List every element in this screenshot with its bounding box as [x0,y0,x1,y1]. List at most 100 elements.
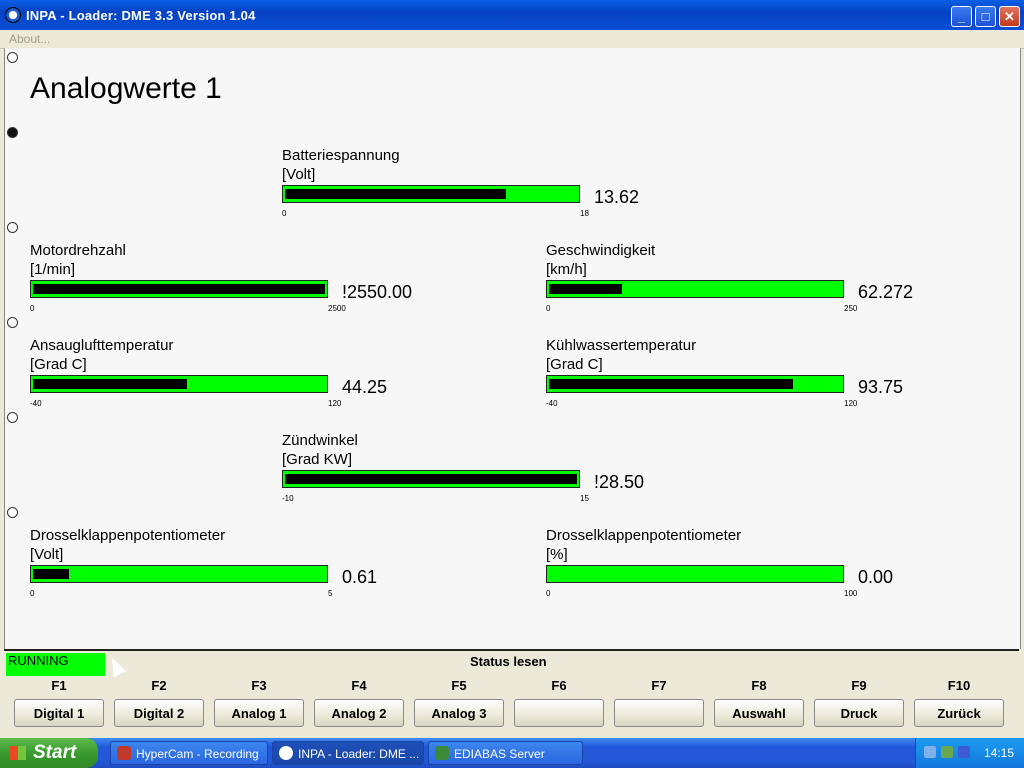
gauge-max: 100 [844,589,858,598]
bmw-logo-icon [5,7,21,23]
gauge-label: Drosselklappenpotentiometer [30,527,226,544]
gauge-bar [546,280,844,298]
gauge-unit: [Grad KW] [282,451,353,468]
gauge-min: 0 [546,589,551,598]
analog-3-button[interactable]: Analog 3 [414,699,504,727]
gauge-unit: [1/min] [30,261,76,278]
minimize-button[interactable]: _ [951,6,972,27]
gauge-fill [285,474,577,484]
radio-row-4[interactable] [7,317,18,328]
zurueck-button[interactable]: Zurück [914,699,1004,727]
maximize-button[interactable]: □ [975,6,996,27]
analog-1-button[interactable]: Analog 1 [214,699,304,727]
gauge-label: Kühlwassertemperatur [546,337,697,354]
gauge-unit: [km/h] [546,261,587,278]
gauge-max: 5 [328,589,333,598]
gauge-unit: [%] [546,546,568,563]
gauge-label: Drosselklappenpotentiometer [546,527,742,544]
gauge-min: -40 [546,399,558,408]
fkey-label-f1: F1 [51,678,67,693]
gauge-min: 0 [546,304,551,313]
gauge-fill [33,379,187,389]
radio-row-6[interactable] [7,507,18,518]
fkey-label-f2: F2 [151,678,167,693]
ediabas-icon [435,746,449,760]
gauge-value: 62.272 [858,282,914,302]
clock: 14:15 [984,746,1015,760]
gauge-bar [546,375,844,393]
menu-bar: About... [0,30,1024,49]
gauge-max: 15 [580,494,589,503]
gauge-label: Ansauglufttemperatur [30,337,174,354]
gauge-label: Geschwindigkeit [546,242,656,259]
gauge-min: 0 [282,209,287,218]
radio-row-1[interactable] [7,52,18,63]
gauge-bar [30,375,328,393]
gauge-max: 2500 [328,304,346,313]
windows-flag-icon [10,746,26,760]
radio-row-2[interactable] [7,127,18,138]
task-inpa[interactable]: INPA - Loader: DME ... [272,741,424,765]
fkey-label-f3: F3 [251,678,267,693]
fkey-label-f7: F7 [651,678,667,693]
fkey-label-f6: F6 [551,678,567,693]
volume-icon[interactable] [958,746,970,758]
gauge-bar [30,565,328,583]
fkey-label-f4: F4 [351,678,367,693]
gauge-bar [30,280,328,298]
radio-row-3[interactable] [7,222,18,233]
gauge-value: 13.62 [594,187,640,207]
task-ediabas[interactable]: EDIABAS Server [428,741,583,765]
gauge-min: 0 [30,304,35,313]
title-bar: INPA - Loader: DME 3.3 Version 1.04 _ □ … [0,0,1024,30]
radio-row-5[interactable] [7,412,18,423]
gauge-label: Zündwinkel [282,432,358,449]
status-title: Status lesen [470,654,547,669]
gauge-value: !2550.00 [342,282,413,302]
tray-app-icon[interactable] [941,746,953,758]
task-hypercam[interactable]: HyperCam - Recording [110,741,268,765]
window-title: INPA - Loader: DME 3.3 Version 1.04 [26,8,256,23]
start-button[interactable]: Start [0,738,98,768]
status-area: RUNNING Status lesen F1 F2 F3 F4 F5 F6 F… [4,649,1019,740]
gauge-value: 44.25 [342,377,388,397]
gauge-bar [282,185,580,203]
running-indicator: RUNNING [6,653,105,676]
task-label: EDIABAS Server [454,747,545,761]
gauge-max: 18 [580,209,589,218]
gauge-value: !28.50 [594,472,645,492]
gauge-unit: [Volt] [282,166,316,183]
auswahl-button[interactable]: Auswahl [714,699,804,727]
f7-button[interactable] [614,699,704,727]
f6-button[interactable] [514,699,604,727]
gauge-unit: [Volt] [30,546,64,563]
digital-2-button[interactable]: Digital 2 [114,699,204,727]
gauge-max: 120 [328,399,342,408]
main-content: Analogwerte 1 Batteriespannung [Volt] 0 … [4,48,1021,649]
digital-1-button[interactable]: Digital 1 [14,699,104,727]
gauge-label: Motordrehzahl [30,242,126,259]
task-label: INPA - Loader: DME ... [298,747,420,761]
close-button[interactable]: ✕ [999,6,1020,27]
gauge-label: Batteriespannung [282,147,400,164]
gauge-value: 0.00 [858,567,894,587]
gauge-max: 120 [844,399,858,408]
gauge-min: -40 [30,399,42,408]
gauge-fill [33,569,69,579]
gauge-value: 0.61 [342,567,378,587]
fkey-label-f10: F10 [947,678,971,693]
network-icon[interactable] [924,746,936,758]
gauge-min: 0 [30,589,35,598]
fkey-label-f8: F8 [751,678,767,693]
gauge-max: 250 [844,304,858,313]
gauge-unit: [Grad C] [546,356,603,373]
druck-button[interactable]: Druck [814,699,904,727]
gauge-fill [549,284,622,294]
start-label: Start [33,742,77,763]
fkey-label-f5: F5 [451,678,467,693]
gauge-bar [546,565,844,583]
gauge-fill [285,189,506,199]
analog-2-button[interactable]: Analog 2 [314,699,404,727]
bmw-logo-icon [279,746,293,760]
menu-item-about[interactable]: About... [9,32,50,46]
